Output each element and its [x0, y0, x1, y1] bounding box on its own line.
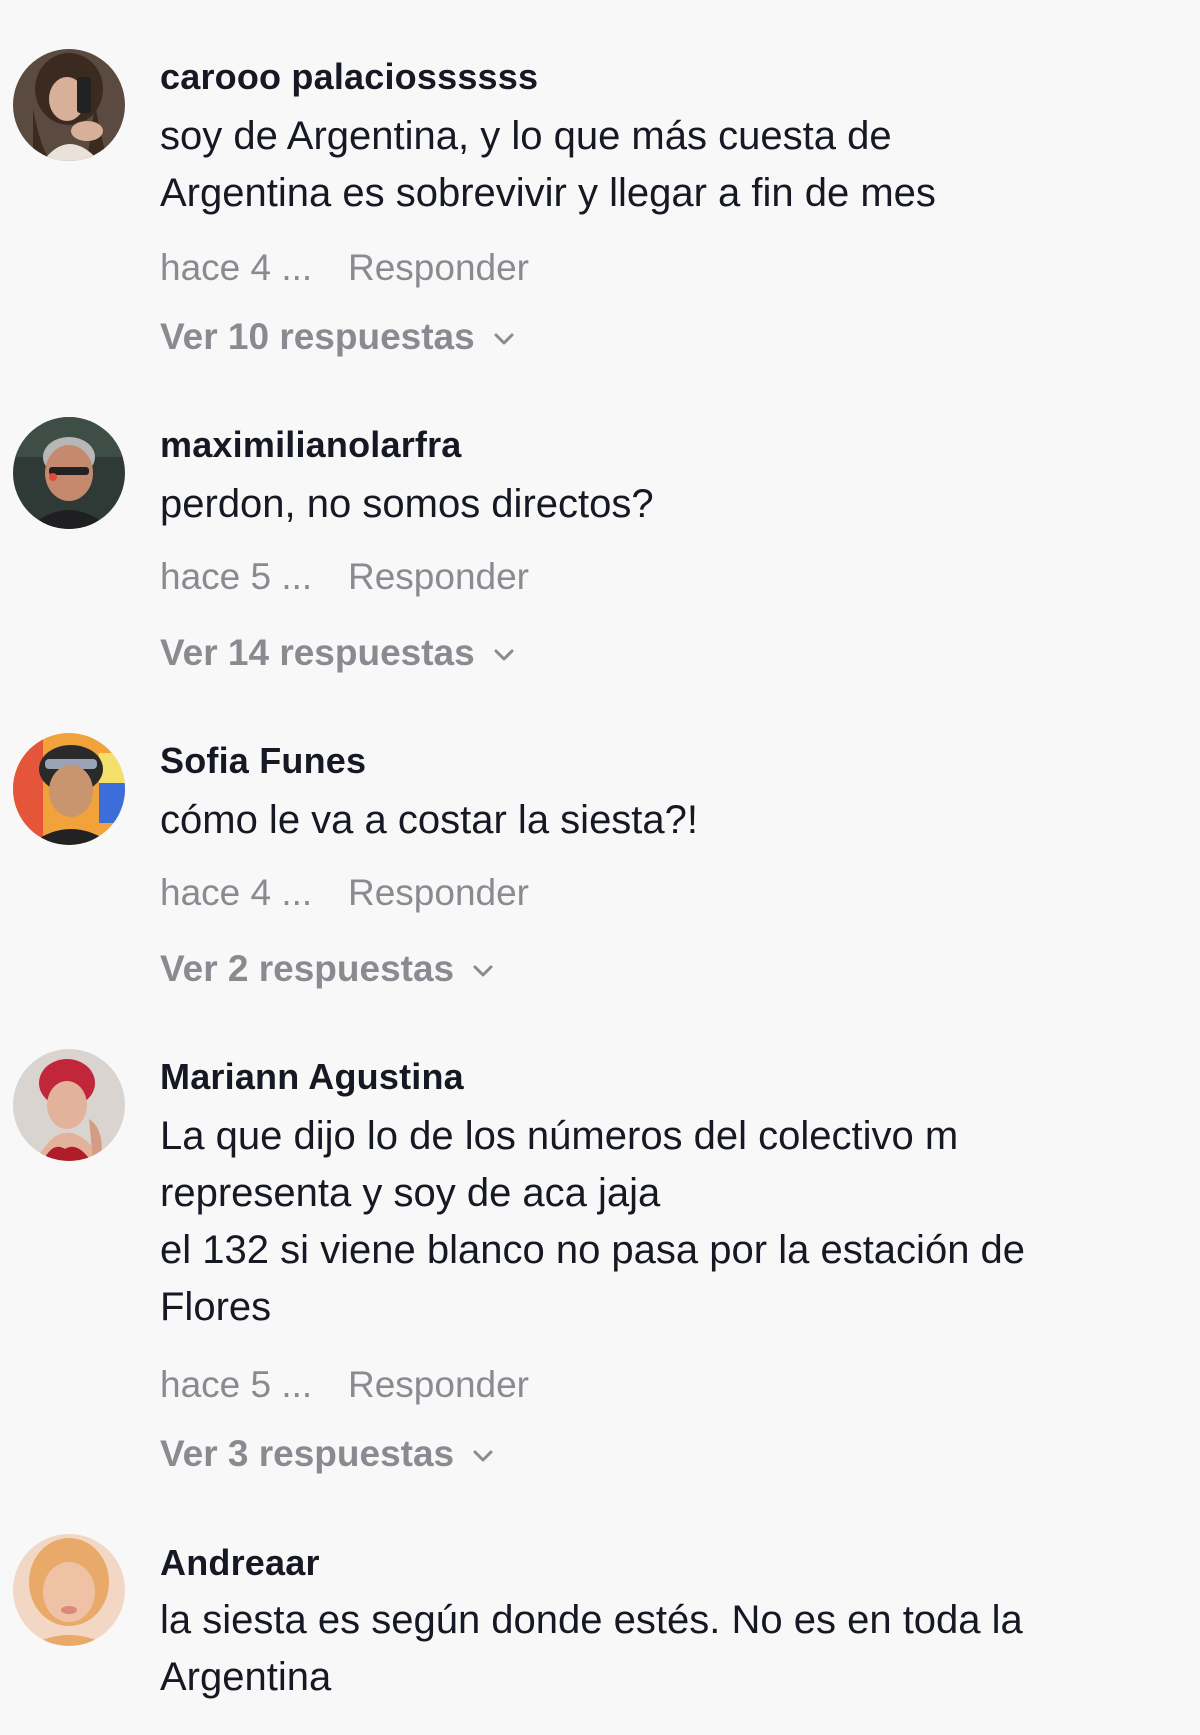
avatar-image — [13, 733, 125, 845]
comment-meta: hace 4 ... Responder — [160, 872, 529, 914]
comment-text: soy de Argentina, y lo que más cuesta de… — [160, 108, 1170, 222]
username-text: maximilianolarfra — [160, 424, 462, 465]
comment-line: perdon, no somos directos? — [160, 482, 654, 526]
comment-line: Argentina — [160, 1655, 332, 1699]
view-replies-label: Ver 10 respuestas — [160, 316, 475, 357]
comment-text: la siesta es según donde estés. No es en… — [160, 1592, 1170, 1706]
chevron-down-icon — [494, 649, 514, 661]
comment-list: carooo palaciossssss soy de Argentina, y… — [0, 0, 1200, 1735]
chevron-down-icon — [494, 333, 514, 345]
comment-timestamp: hace 4 ... — [160, 872, 313, 913]
comment-line: La que dijo lo de los números del colect… — [160, 1114, 959, 1158]
username-text: Andreaar — [160, 1542, 320, 1583]
comment-line: cómo le va a costar la siesta?! — [160, 798, 699, 842]
comment-timestamp: hace 5 ... — [160, 556, 313, 597]
comment-text: cómo le va a costar la siesta?! — [160, 792, 1170, 849]
comment-line: Argentina es sobrevivir y llegar a fin d… — [160, 171, 936, 215]
avatar[interactable] — [13, 49, 125, 161]
view-replies-button[interactable]: Ver 3 respuestas — [160, 1433, 494, 1475]
avatar[interactable] — [13, 1534, 125, 1646]
comment-username[interactable]: maximilianolarfra — [160, 424, 462, 466]
view-replies-label: Ver 14 respuestas — [160, 632, 475, 673]
avatar-image — [13, 49, 125, 161]
avatar-image — [13, 1049, 125, 1161]
comment-line: representa y soy de aca jaja — [160, 1171, 661, 1215]
comment-meta: hace 5 ... Responder — [160, 1364, 529, 1406]
avatar-image — [13, 1534, 125, 1646]
avatar[interactable] — [13, 733, 125, 845]
view-replies-label: Ver 3 respuestas — [160, 1433, 455, 1474]
comment-timestamp: hace 4 ... — [160, 247, 313, 288]
avatar[interactable] — [13, 417, 125, 529]
comment-line: soy de Argentina, y lo que más cuesta de — [160, 114, 892, 158]
reply-button[interactable]: Responder — [348, 556, 529, 597]
view-replies-button[interactable]: Ver 2 respuestas — [160, 948, 494, 990]
comment-line: la siesta es según donde estés. No es en… — [160, 1598, 1023, 1642]
comment-text: La que dijo lo de los números del colect… — [160, 1108, 1170, 1336]
comment-meta: hace 4 ... Responder — [160, 247, 529, 289]
username-text: Mariann Agustina — [160, 1056, 464, 1097]
reply-button[interactable]: Responder — [348, 872, 529, 913]
avatar-image — [13, 417, 125, 529]
username-text: Sofia Funes — [160, 740, 367, 781]
chevron-down-icon — [473, 1450, 493, 1462]
comment-line: Flores — [160, 1285, 272, 1329]
username-text: carooo palaciossssss — [160, 56, 539, 97]
view-replies-button[interactable]: Ver 10 respuestas — [160, 316, 515, 358]
comment-timestamp: hace 5 ... — [160, 1364, 313, 1405]
view-replies-button[interactable]: Ver 14 respuestas — [160, 632, 515, 674]
comment-line: el 132 si viene blanco no pasa por la es… — [160, 1228, 1026, 1272]
comment-meta: hace 5 ... Responder — [160, 556, 529, 598]
comment-username[interactable]: Sofia Funes — [160, 740, 366, 782]
reply-button[interactable]: Responder — [348, 247, 529, 288]
view-replies-label: Ver 2 respuestas — [160, 948, 455, 989]
avatar[interactable] — [13, 1049, 125, 1161]
reply-button[interactable]: Responder — [348, 1364, 529, 1405]
comment-username[interactable]: Andreaar — [160, 1542, 320, 1584]
comment-username[interactable]: Mariann Agustina — [160, 1056, 464, 1098]
comment-username[interactable]: carooo palaciossssss — [160, 56, 538, 98]
chevron-down-icon — [473, 965, 493, 977]
comment-text: perdon, no somos directos? — [160, 476, 1170, 533]
